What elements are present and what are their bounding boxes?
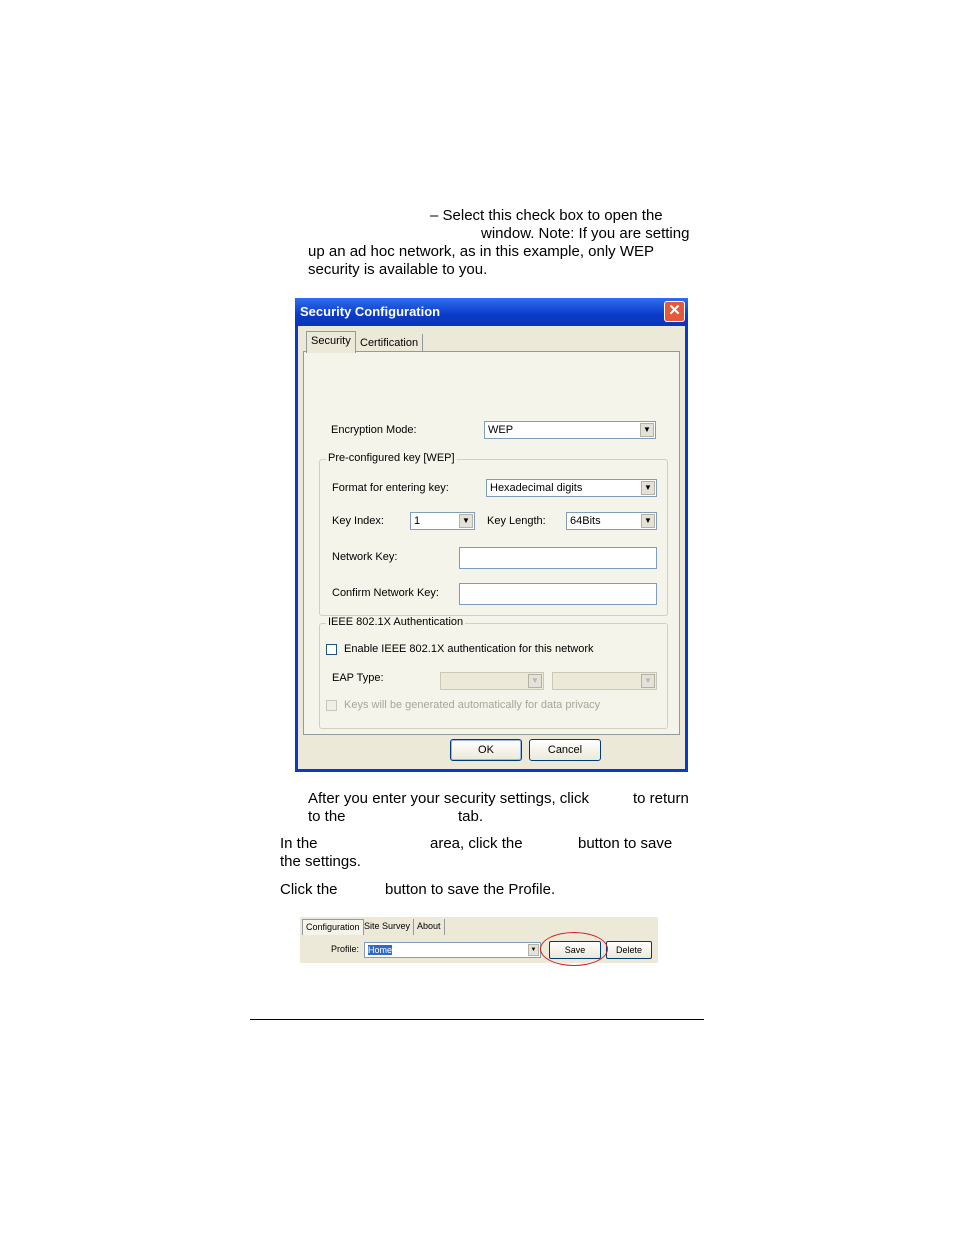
tab-site-survey[interactable]: Site Survey xyxy=(361,919,415,935)
profile-value: Home xyxy=(368,945,393,955)
chevron-down-icon[interactable]: ▼ xyxy=(528,944,539,956)
tab-configuration[interactable]: Configuration xyxy=(302,919,364,935)
step-inthe-a: In the xyxy=(280,835,318,852)
intro-line-1: – Select this check box to open the xyxy=(430,207,663,224)
step-after-line-1: After you enter your security settings, … xyxy=(308,790,589,807)
chevron-down-icon: ▼ xyxy=(641,674,655,688)
key-length-label: Key Length: xyxy=(487,515,546,527)
intro-line-4: security is available to you. xyxy=(308,261,488,278)
step-inthe-c: button to save xyxy=(578,835,673,852)
enable-ieee-label: Enable IEEE 802.1X authentication for th… xyxy=(344,643,594,655)
chevron-down-icon[interactable]: ▼ xyxy=(641,514,655,528)
confirm-key-field[interactable] xyxy=(459,583,657,605)
key-length-value: 64Bits xyxy=(570,515,601,527)
chevron-down-icon[interactable]: ▼ xyxy=(459,514,473,528)
network-key-label: Network Key: xyxy=(332,551,398,563)
step-after-line-2a: to the xyxy=(308,808,346,825)
ieee-8021x-group: IEEE 802.1X Authentication Enable IEEE 8… xyxy=(319,616,668,729)
preconfigured-key-title: Pre-configured key [WEP] xyxy=(326,452,457,464)
format-label: Format for entering key: xyxy=(332,482,449,494)
dialog-client: Security Certification Encryption Mode: … xyxy=(298,326,685,769)
eap-type-select: ▼ xyxy=(440,672,544,690)
chevron-down-icon[interactable]: ▼ xyxy=(641,481,655,495)
keys-auto-checkbox xyxy=(326,700,337,711)
dialog-title: Security Configuration xyxy=(300,304,441,319)
tab-security[interactable]: Security xyxy=(306,331,356,353)
key-length-select[interactable]: 64Bits ▼ xyxy=(566,512,657,530)
intro-line-3: up an ad hoc network, as in this example… xyxy=(308,243,655,260)
cancel-button[interactable]: Cancel xyxy=(529,739,601,761)
preconfigured-key-group: Pre-configured key [WEP] Format for ente… xyxy=(319,452,668,616)
step-after-line-2b: tab. xyxy=(458,808,484,825)
step-click-b: button to save the Profile. xyxy=(385,881,556,898)
security-configuration-dialog: Security Configuration ✕ Security Certif… xyxy=(295,298,688,772)
security-tab-panel: Encryption Mode: WEP ▼ Pre-configured ke… xyxy=(303,351,680,735)
encryption-mode-label: Encryption Mode: xyxy=(331,424,417,436)
enable-ieee-checkbox[interactable] xyxy=(326,644,337,655)
step-inthe-b: area, click the xyxy=(430,835,523,852)
format-select[interactable]: Hexadecimal digits ▼ xyxy=(486,479,657,497)
step-after-line-1b: to return xyxy=(633,790,689,807)
confirm-key-label: Confirm Network Key: xyxy=(332,587,439,599)
intro-line-2: window. Note: If you are setting xyxy=(481,225,690,242)
page-divider xyxy=(250,1019,704,1020)
profile-select[interactable]: Home ▼ xyxy=(364,942,541,958)
delete-button[interactable]: Delete xyxy=(606,941,652,959)
format-value: Hexadecimal digits xyxy=(490,482,583,494)
chevron-down-icon[interactable]: ▼ xyxy=(640,423,654,437)
close-icon[interactable]: ✕ xyxy=(664,301,685,322)
ieee-8021x-title: IEEE 802.1X Authentication xyxy=(326,616,466,628)
highlight-circle xyxy=(540,932,608,966)
eap-subtype-select: ▼ xyxy=(552,672,657,690)
step-click-a: Click the xyxy=(280,881,338,898)
keys-auto-label: Keys will be generated automatically for… xyxy=(344,699,601,711)
ok-button[interactable]: OK xyxy=(450,739,522,761)
encryption-mode-value: WEP xyxy=(488,424,514,436)
dialog-titlebar[interactable]: Security Configuration ✕ xyxy=(295,298,688,326)
network-key-field[interactable] xyxy=(459,547,657,569)
key-index-label: Key Index: xyxy=(332,515,384,527)
profile-label: Profile: xyxy=(331,944,360,954)
chevron-down-icon: ▼ xyxy=(528,674,542,688)
tab-about[interactable]: About xyxy=(414,919,445,935)
key-index-select[interactable]: 1 ▼ xyxy=(410,512,475,530)
eap-type-label: EAP Type: xyxy=(332,672,384,684)
key-index-value: 1 xyxy=(414,515,421,527)
step-inthe-line-2: the settings. xyxy=(280,853,361,870)
encryption-mode-select[interactable]: WEP ▼ xyxy=(484,421,656,439)
